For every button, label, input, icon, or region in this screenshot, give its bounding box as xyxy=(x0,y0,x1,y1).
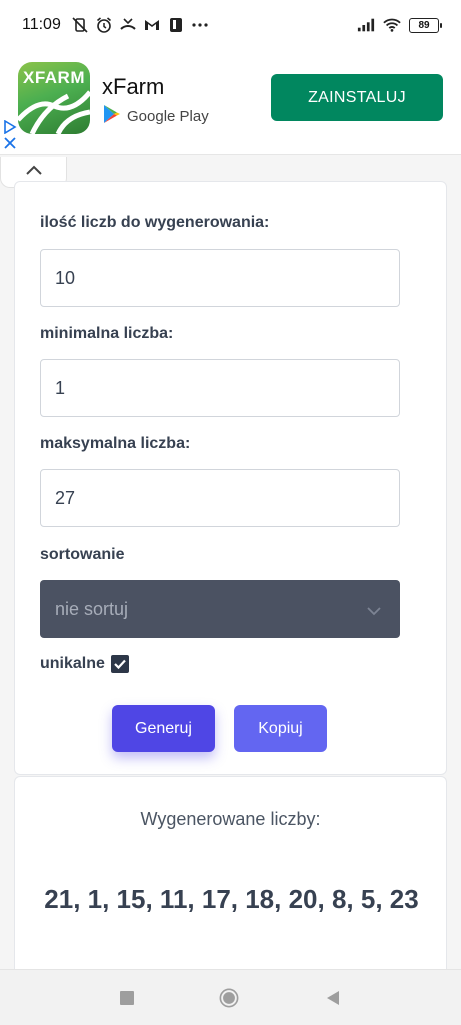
result-panel: Wygenerowane liczby: 21, 1, 15, 11, 17, … xyxy=(14,776,447,996)
sort-label: sortowanie xyxy=(40,546,125,563)
back-button[interactable] xyxy=(323,988,343,1008)
gmail-icon xyxy=(143,16,161,34)
copy-button[interactable]: Kopiuj xyxy=(234,705,327,752)
sort-selected-value: nie sortuj xyxy=(55,598,129,619)
install-button[interactable]: ZAINSTALUJ xyxy=(271,74,443,121)
max-label: maksymalna liczba: xyxy=(40,435,191,452)
result-numbers: 21, 1, 15, 11, 17, 18, 20, 8, 5, 23 xyxy=(44,884,419,914)
home-button[interactable] xyxy=(219,988,239,1008)
recents-button[interactable] xyxy=(117,988,137,1008)
vibrate-off-icon xyxy=(71,16,89,34)
adchoices-icon[interactable] xyxy=(3,119,17,135)
sort-select[interactable]: nie sortuj xyxy=(40,580,400,638)
battery-icon: 89 xyxy=(409,17,442,33)
store-badge: Google Play xyxy=(103,104,209,128)
min-input[interactable] xyxy=(40,359,400,417)
store-label: Google Play xyxy=(127,107,209,125)
app-name[interactable]: xFarm xyxy=(102,74,164,100)
google-play-icon xyxy=(103,104,121,128)
count-input[interactable] xyxy=(40,249,400,307)
min-label: minimalna liczba: xyxy=(40,325,174,342)
chevron-down-icon xyxy=(366,600,382,621)
status-time: 11:09 xyxy=(22,16,61,33)
chevron-up-icon xyxy=(25,163,43,181)
more-notifications-icon xyxy=(191,16,209,34)
unique-checkbox[interactable] xyxy=(110,655,129,673)
close-ad-icon[interactable] xyxy=(3,136,17,150)
result-heading: Wygenerowane liczby: xyxy=(140,809,321,829)
missed-call-icon xyxy=(119,16,137,34)
app-icon[interactable]: XFARM xyxy=(18,62,90,134)
generator-form: ilość liczb do wygenerowania: minimalna … xyxy=(14,181,447,775)
count-label: ilość liczb do wygenerowania: xyxy=(40,214,270,231)
wifi-icon xyxy=(383,16,401,34)
status-bar: 11:09 89 xyxy=(0,0,461,50)
unique-label: unikalne xyxy=(40,655,105,672)
signal-icon xyxy=(357,16,375,34)
app-notification-icon xyxy=(167,16,185,34)
system-nav-bar xyxy=(0,969,461,1025)
alarm-clock-icon xyxy=(95,16,113,34)
ad-banner[interactable]: XFARM xFarm Google Play ZAINSTALUJ xyxy=(0,50,461,155)
max-input[interactable] xyxy=(40,469,400,527)
generate-button[interactable]: Generuj xyxy=(112,705,215,752)
unique-option: unikalne xyxy=(40,655,129,673)
